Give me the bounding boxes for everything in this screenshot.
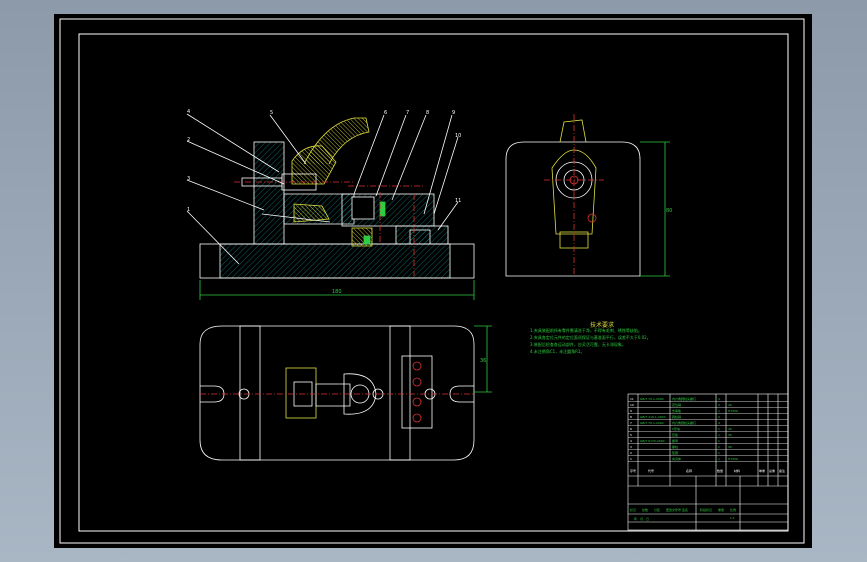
cad-drawing: 4 2 3 1 5 6 7 8 9 10 11 180 80 36 11 GB/… — [59, 18, 805, 544]
part-label-11: 11 — [455, 198, 461, 204]
tb-header-qty: 数量 — [717, 468, 723, 473]
table-cell: V形块 — [672, 426, 680, 431]
table-cell: 45 — [728, 403, 732, 407]
table-cell: 定位销 — [672, 402, 681, 407]
table-cell: 11 — [630, 397, 634, 401]
tb-header-remark: 备注 — [779, 468, 785, 473]
tb-header-name: 名称 — [686, 468, 692, 473]
table-cell: 压板 — [672, 432, 678, 437]
table-cell: HT200 — [728, 409, 738, 413]
table-cell: 夹具体 — [672, 456, 681, 461]
tb-stage: 阶段标记 — [700, 507, 712, 512]
table-cell: GB/T 6170-2000 — [640, 439, 665, 443]
table-cell: 2 — [718, 415, 720, 419]
tech-note-3: 3.装配后检查各运动部件，应灵活可靠，无卡滞现象。 — [530, 342, 626, 347]
table-cell: 1 — [718, 445, 720, 449]
tb-scale-value: 1:1 — [730, 516, 735, 520]
table-cell: 内六角圆柱头螺钉 — [672, 396, 696, 401]
table-cell: 8 — [630, 415, 632, 419]
tb-scale-label: 比例 — [730, 507, 736, 512]
table-cell: 45 — [728, 433, 732, 437]
part-label-7: 7 — [406, 110, 409, 116]
tb-weight: 重量 — [718, 507, 724, 512]
tb-footer-zone: 分区 — [654, 507, 660, 512]
table-cell: 1 — [718, 451, 720, 455]
part-label-1: 1 — [187, 207, 190, 213]
tech-note-2: 2.夹具各定位元件的定位面须保证与基准面平行，误差不大于0.02。 — [530, 335, 651, 340]
tb-footer-mark: 标记 — [630, 507, 636, 512]
table-cell: 圆柱销 — [672, 414, 681, 419]
table-cell: GB/T 70.1-2000 — [640, 421, 664, 425]
table-cell: GB/T 70.1-2000 — [640, 397, 664, 401]
dim-top-height: 36 — [480, 358, 486, 364]
part-label-9: 9 — [452, 110, 455, 116]
table-cell: 2 — [630, 451, 632, 455]
part-label-3: 3 — [187, 176, 190, 182]
table-cell: 1 — [718, 427, 720, 431]
part-label-10: 10 — [455, 133, 461, 139]
title-block-rows: 11 GB/T 70.1-2000 内六角圆柱头螺钉 410 定位销 2 459 支承板 1 HT… — [628, 396, 788, 462]
tb-header-code: 代号 — [648, 468, 654, 473]
top-view — [199, 325, 492, 461]
dim-side-height: 80 — [666, 208, 672, 214]
tb-header-total-weight: 总重 — [769, 468, 775, 473]
dim-front-width: 180 — [332, 289, 342, 295]
tb-footer-date: 年、月、日 — [634, 516, 649, 521]
table-cell: 1 — [718, 457, 720, 461]
table-cell: 45 — [728, 427, 732, 431]
table-cell: 4 — [718, 421, 720, 425]
table-cell: HT200 — [728, 457, 738, 461]
table-cell: 4 — [630, 439, 632, 443]
part-label-4: 4 — [187, 109, 190, 115]
part-label-8: 8 — [426, 110, 429, 116]
side-view — [505, 114, 670, 277]
table-cell: 6 — [630, 427, 632, 431]
tech-note-4: 4.未注倒角C1，未注圆角R1。 — [530, 349, 585, 354]
table-cell: 4 — [718, 397, 720, 401]
table-cell: 1 — [718, 409, 720, 413]
tb-header-no: 序号 — [630, 468, 636, 473]
table-cell: 螺柱 — [672, 444, 678, 449]
tb-footer-doc: 更改文件号 — [666, 507, 681, 512]
table-cell: 垫圈 — [672, 450, 678, 455]
part-label-6: 6 — [384, 110, 387, 116]
table-cell: 内六角圆柱头螺钉 — [672, 420, 696, 425]
table-cell: 1 — [630, 457, 632, 461]
tech-note-1: 1.夹具装配前所有零件需清洗干净，不得有毛刺、锈蚀等缺陷。 — [530, 328, 642, 333]
table-cell: 支承板 — [672, 408, 681, 413]
table-cell: 3 — [630, 445, 632, 449]
table-cell: 9 — [630, 409, 632, 413]
table-cell: 7 — [630, 421, 632, 425]
part-label-5: 5 — [270, 110, 273, 116]
table-cell: 10 — [630, 403, 634, 407]
table-cell: 1 — [718, 439, 720, 443]
table-cell: 1 — [718, 433, 720, 437]
front-view — [186, 113, 475, 300]
table-cell: 螺母 — [672, 438, 678, 443]
tb-footer-count: 处数 — [642, 507, 648, 512]
table-cell: 5 — [630, 433, 632, 437]
table-cell: 2 — [718, 403, 720, 407]
tb-footer-sign: 签名 — [682, 507, 688, 512]
outer-border — [59, 18, 805, 544]
tb-header-unit-weight: 单重 — [759, 468, 765, 473]
table-cell: 45 — [728, 445, 732, 449]
part-label-2: 2 — [187, 137, 190, 143]
table-cell: GB/T 119.1-2000 — [640, 415, 666, 419]
tb-header-material: 材料 — [734, 468, 740, 473]
inner-border — [78, 33, 789, 532]
drawing-sheet: 4 2 3 1 5 6 7 8 9 10 11 180 80 36 11 GB/… — [54, 14, 812, 548]
